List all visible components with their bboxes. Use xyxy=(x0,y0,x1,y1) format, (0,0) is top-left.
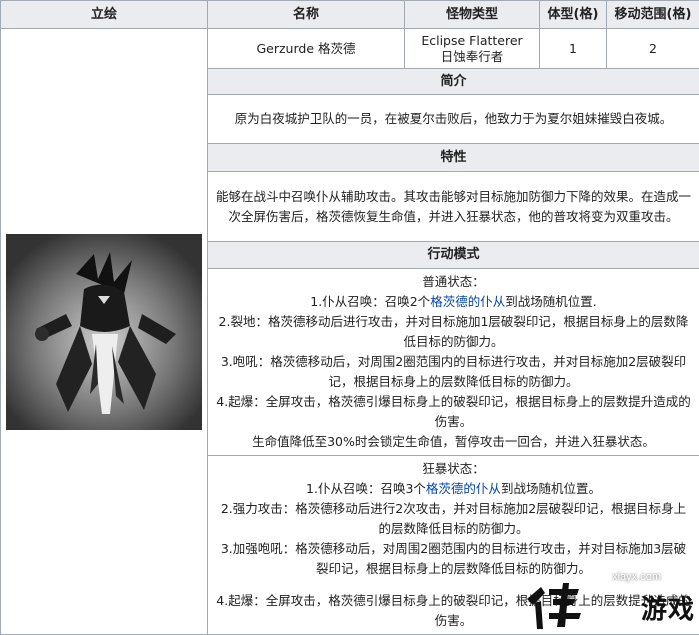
intro-title: 简介 xyxy=(208,69,699,95)
berserk-skill-1-prefix: 1.仆从召唤：召唤3个 xyxy=(306,481,426,496)
header-move-range: 移动范围(格) xyxy=(607,1,699,29)
monster-name: Gerzurde 格茨德 xyxy=(208,29,405,69)
servant-link[interactable]: 格茨德的仆从 xyxy=(430,294,505,309)
portrait-cell xyxy=(1,29,208,635)
header-portrait: 立绘 xyxy=(1,1,208,29)
berserk-skill-1-suffix: 到战场随机位置。 xyxy=(501,481,601,496)
berserk-state-cell: 狂暴状态： 1.仆从召唤：召唤3个格茨德的仆从到战场随机位置。 2.强力攻击：格… xyxy=(208,456,699,635)
normal-state-title: 普通状态： xyxy=(216,272,691,292)
traits-text: 能够在战斗中召唤仆从辅助攻击。其攻击能够对目标施加防御力下降的效果。在造成一次全… xyxy=(208,172,699,242)
monster-move-range: 2 xyxy=(607,29,699,69)
berserk-skill-3: 3.加强咆吼：格茨德移动后，对周围2圈范围内的目标进行攻击，并对目标施加3层破裂… xyxy=(216,539,691,579)
monster-portrait xyxy=(6,234,202,430)
action-title: 行动模式 xyxy=(208,242,699,269)
normal-skill-1-suffix: 到战场随机位置. xyxy=(505,294,596,309)
monster-body-size: 1 xyxy=(540,29,607,69)
normal-skill-3: 3.咆吼：格茨德移动后，对周围2圈范围内的目标进行攻击，并对目标施加2层破裂印记… xyxy=(216,352,691,392)
servant-link-berserk[interactable]: 格茨德的仆从 xyxy=(426,481,501,496)
berserk-skill-2: 2.强力攻击：格茨德移动后进行2次攻击，并对目标施加2层破裂印记，根据目标身上的… xyxy=(216,499,691,539)
normal-state-note: 生命值降低至30%时会锁定生命值，暂停攻击一回合，并进入狂暴状态。 xyxy=(216,432,691,452)
berserk-skill-1: 1.仆从召唤：召唤3个格茨德的仆从到战场随机位置。 xyxy=(216,479,691,499)
header-name: 名称 xyxy=(208,1,405,29)
monster-type-en: Eclipse Flatterer xyxy=(405,33,539,49)
header-body-size: 体型(格) xyxy=(540,1,607,29)
traits-title: 特性 xyxy=(208,144,699,172)
normal-state-cell: 普通状态： 1.仆从召唤：召唤2个格茨德的仆从到战场随机位置. 2.裂地：格茨德… xyxy=(208,269,699,456)
monster-figure-icon xyxy=(6,234,202,430)
intro-text: 原为白夜城护卫队的一员，在被夏尔击败后，他致力于为夏尔姐妹摧毁白夜城。 xyxy=(208,95,699,144)
monster-table: 立绘 名称 怪物类型 体型(格) 移动范围(格) xyxy=(0,0,699,635)
berserk-skill-4: 4.起爆：全屏攻击，格茨德引爆目标身上的破裂印记，根据目标身上的层数提升造成的伤… xyxy=(216,591,691,631)
normal-skill-2: 2.裂地：格茨德移动后进行攻击，并对目标施加1层破裂印记，根据目标身上的层数降低… xyxy=(216,312,691,352)
normal-skill-1-prefix: 1.仆从召唤：召唤2个 xyxy=(310,294,430,309)
monster-type-cell: Eclipse Flatterer 日蚀奉行者 xyxy=(405,29,540,69)
normal-skill-1: 1.仆从召唤：召唤2个格茨德的仆从到战场随机位置. xyxy=(216,292,691,312)
monster-type-cn: 日蚀奉行者 xyxy=(405,49,539,65)
traits-text-content: 能够在战斗中召唤仆从辅助攻击。其攻击能够对目标施加防御力下降的效果。在造成一次全… xyxy=(216,189,691,224)
berserk-state-title: 狂暴状态： xyxy=(216,459,691,479)
header-monster-type: 怪物类型 xyxy=(405,1,540,29)
normal-skill-4: 4.起爆：全屏攻击，格茨德引爆目标身上的破裂印记，根据目标身上的层数提升造成的伤… xyxy=(216,392,691,432)
